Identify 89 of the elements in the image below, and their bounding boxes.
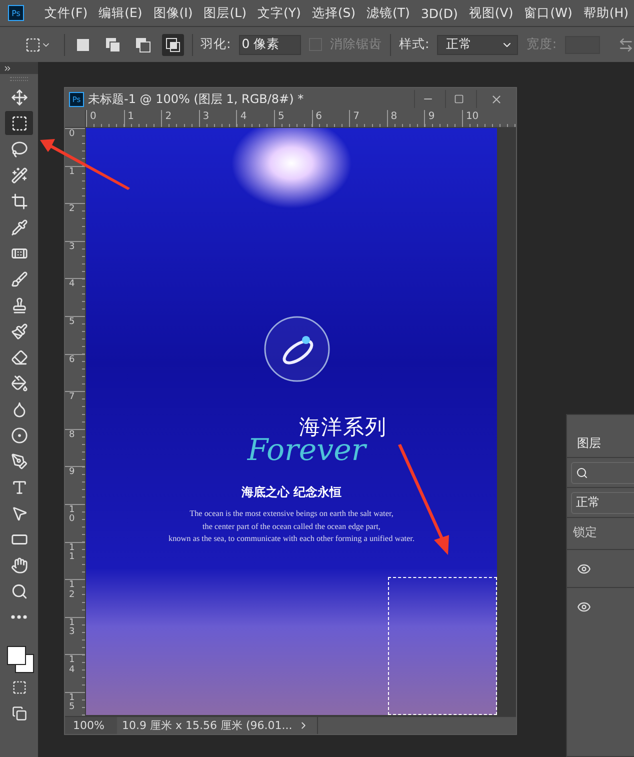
ruler-label: 7 bbox=[353, 111, 360, 122]
ruler-label: 4 bbox=[240, 111, 247, 122]
menu-item[interactable]: 3D(D) bbox=[415, 6, 464, 20]
app-logo: Ps bbox=[8, 5, 24, 21]
ring-bubble-drawing bbox=[262, 314, 332, 384]
menu-item[interactable]: 图层(L) bbox=[198, 4, 252, 22]
eye-icon[interactable] bbox=[577, 562, 591, 576]
more-icon bbox=[11, 615, 27, 619]
paintbrush-icon bbox=[10, 322, 28, 340]
poster-slogan: 海底之心 纪念永恒 bbox=[241, 484, 342, 501]
ruler-label: 11 bbox=[69, 544, 76, 562]
close-icon bbox=[490, 92, 503, 106]
ruler-label: 12 bbox=[69, 581, 76, 600]
marquee-icon bbox=[24, 36, 41, 52]
ruler-label: 6 bbox=[316, 111, 322, 122]
feather-label: 羽化: bbox=[200, 36, 231, 53]
ruler-label: 5 bbox=[278, 111, 284, 122]
poster-text: The ocean is the most extensive beings on earth the salt water, bbox=[190, 508, 394, 520]
menu-item[interactable]: 滤镜(T) bbox=[361, 4, 416, 22]
style-dropdown[interactable]: 正常 bbox=[437, 34, 518, 54]
menu-item[interactable]: 帮助(H) bbox=[578, 4, 634, 22]
search-icon bbox=[576, 466, 588, 478]
ruler-label: 2 bbox=[165, 111, 172, 122]
menu-item[interactable]: 编辑(E) bbox=[93, 4, 148, 22]
eye-icon[interactable] bbox=[577, 600, 591, 614]
marquee-icon bbox=[10, 114, 28, 132]
collapse-icon[interactable] bbox=[3, 64, 12, 72]
ruler-label: 7 bbox=[69, 393, 76, 403]
dashed-square-icon bbox=[12, 680, 26, 694]
menu-item[interactable]: 窗口(W) bbox=[518, 4, 578, 22]
tool-button[interactable] bbox=[5, 111, 33, 135]
eraser-icon bbox=[10, 348, 28, 366]
ruler-label: 3 bbox=[202, 111, 210, 122]
ruler-label: 1 bbox=[69, 168, 76, 178]
brush-icon bbox=[10, 270, 28, 288]
ruler-label: 5 bbox=[69, 318, 76, 328]
ruler-label: 13 bbox=[69, 618, 76, 638]
ruler-label: 8 bbox=[390, 111, 398, 122]
lasso-icon bbox=[10, 140, 28, 158]
circle-dot-icon bbox=[10, 426, 28, 444]
poster-text: known as the sea, to communicate with each other forming a unified water. bbox=[168, 533, 414, 545]
selection-marquee[interactable] bbox=[388, 577, 497, 715]
menu-item[interactable]: 文件(F) bbox=[39, 4, 94, 22]
pointer-icon bbox=[10, 504, 28, 522]
square-icon bbox=[76, 38, 90, 52]
ruler-label: 10 bbox=[466, 111, 479, 122]
style-label: 样式: bbox=[398, 36, 430, 53]
ruler-label: 2 bbox=[69, 205, 76, 215]
stamp-icon bbox=[10, 296, 28, 314]
ruler-label: 8 bbox=[69, 430, 76, 440]
menu-item[interactable]: 视图(V) bbox=[463, 4, 519, 22]
ruler-label: 14 bbox=[69, 656, 76, 676]
zoom-level[interactable]: 100% bbox=[65, 717, 117, 734]
magic-wand-icon bbox=[10, 166, 28, 184]
ruler-label: 9 bbox=[428, 111, 435, 122]
ruler-label: 1 bbox=[128, 111, 134, 122]
selection-mode-button[interactable] bbox=[162, 34, 184, 56]
subtract-squares-icon bbox=[134, 36, 151, 52]
menu-item[interactable]: 图像(I) bbox=[148, 4, 198, 22]
ruler-label: 6 bbox=[69, 356, 76, 365]
hand-icon bbox=[10, 556, 28, 574]
ruler-label: 15 bbox=[69, 694, 76, 713]
stacked-squares-icon bbox=[12, 706, 26, 720]
poster-text: the center part of the ocean called the ocean edge part, bbox=[202, 520, 380, 533]
ruler-label: 0 bbox=[90, 111, 96, 122]
overlapping-squares-icon bbox=[105, 36, 122, 52]
search-icon bbox=[10, 582, 28, 600]
menu-item[interactable]: 选择(S) bbox=[306, 4, 362, 22]
document-info: 10.9 厘米 x 15.56 厘米 (96.01... bbox=[122, 718, 292, 733]
pen-icon bbox=[10, 452, 28, 470]
maximize-icon bbox=[454, 94, 464, 104]
paint-bucket-icon bbox=[10, 374, 28, 392]
ruler-label: 3 bbox=[69, 242, 76, 252]
lock-label: 锁定 bbox=[567, 517, 634, 549]
document-title: 未标题-1 @ 100% (图层 1, RGB/8#) * bbox=[88, 90, 305, 108]
menu-item[interactable]: 文字(Y) bbox=[252, 4, 306, 22]
ruler-label: 9 bbox=[69, 468, 76, 478]
eyedropper-icon bbox=[10, 218, 28, 236]
crop-icon bbox=[10, 192, 28, 210]
move-icon bbox=[10, 88, 28, 106]
ruler-label: 0 bbox=[69, 130, 76, 140]
swap-icon[interactable] bbox=[618, 36, 634, 52]
ruler-label: 4 bbox=[69, 280, 76, 290]
layer-search-field[interactable] bbox=[571, 462, 634, 484]
type-icon bbox=[10, 478, 28, 496]
ruler-label: 10 bbox=[69, 506, 76, 525]
intersect-squares-icon bbox=[164, 36, 181, 52]
blend-mode-dropdown[interactable]: 正常 bbox=[571, 492, 634, 514]
feather-field[interactable]: 0 像素 bbox=[238, 34, 302, 54]
